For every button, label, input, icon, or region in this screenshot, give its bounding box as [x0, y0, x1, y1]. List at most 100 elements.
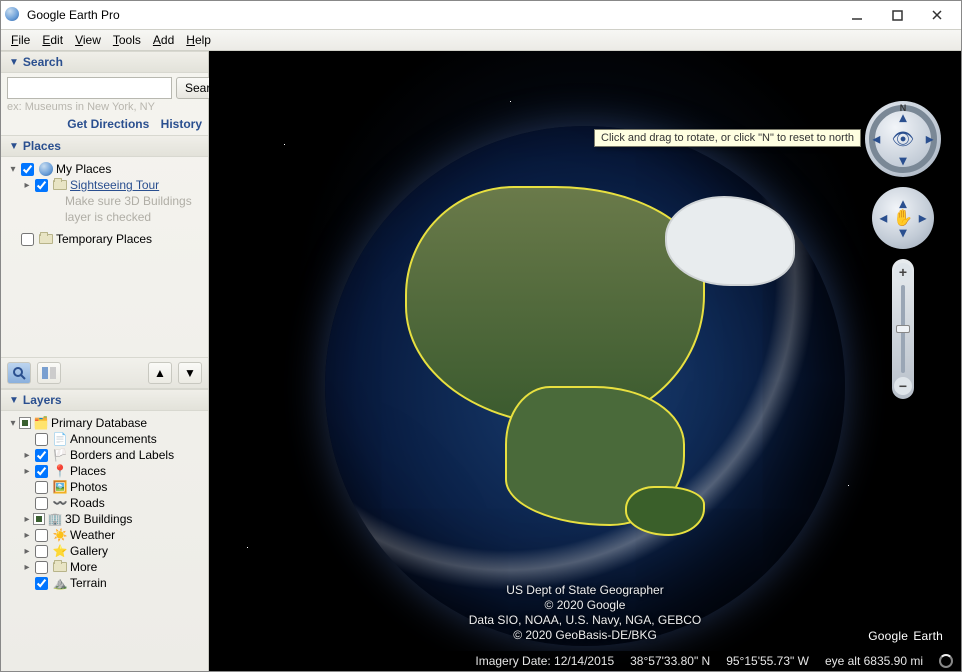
layer-checkbox[interactable] — [35, 561, 48, 574]
layer-checkbox[interactable] — [35, 529, 48, 542]
chevron-down-icon: ▼ — [9, 141, 19, 152]
menu-add[interactable]: Add — [147, 31, 180, 49]
layer-label[interactable]: Roads — [70, 496, 105, 510]
roads-icon: 〰️ — [52, 496, 68, 510]
layer-checkbox[interactable] — [35, 577, 48, 590]
terrain-icon: ⛰️ — [52, 576, 68, 590]
layers-tree: ▾ 🗂️ Primary Database 📄Announcements ▸🏳️… — [1, 411, 208, 671]
get-directions-link[interactable]: Get Directions — [67, 117, 149, 131]
expand-icon[interactable]: ▸ — [21, 466, 33, 477]
menu-file[interactable]: File — [5, 31, 36, 49]
places-toolbar: ▲ ▼ — [1, 357, 208, 389]
zoom-slider[interactable]: + − — [892, 259, 914, 399]
history-link[interactable]: History — [161, 117, 202, 131]
gallery-icon: ⭐ — [52, 544, 68, 558]
layer-label[interactable]: Announcements — [70, 432, 157, 446]
my-places-checkbox[interactable] — [21, 163, 34, 176]
weather-icon: ☀️ — [52, 528, 68, 542]
zoom-track[interactable] — [901, 285, 905, 373]
expand-icon[interactable]: ▸ — [21, 546, 33, 557]
eye-icon: 👁 — [865, 101, 941, 177]
minimize-button[interactable] — [837, 1, 877, 29]
menu-bar: File Edit View Tools Add Help — [1, 29, 961, 51]
layer-checkbox[interactable] — [35, 449, 48, 462]
temporary-places-label[interactable]: Temporary Places — [56, 232, 152, 246]
status-bar: Imagery Date: 12/14/2015 38°57'33.80" N … — [209, 651, 961, 671]
layer-label[interactable]: More — [70, 560, 97, 574]
globe-icon — [38, 162, 54, 176]
chevron-down-icon: ▼ — [9, 395, 19, 406]
zoom-in-button[interactable]: + — [894, 263, 912, 281]
view-toggle-button[interactable] — [37, 362, 61, 384]
attribution-line: © 2020 GeoBasis-DE/BKG — [469, 628, 702, 643]
folder-icon — [52, 178, 68, 192]
my-places-label[interactable]: My Places — [56, 162, 111, 176]
places-panel-header[interactable]: ▼ Places — [1, 135, 208, 157]
announcement-icon: 📄 — [52, 432, 68, 446]
search-hint: ex: Museums in New York, NY — [7, 101, 202, 113]
globe[interactable] — [325, 126, 845, 646]
layer-checkbox[interactable] — [33, 513, 45, 525]
sidebar: ▼ Search Search ex: Museums in New York,… — [1, 51, 209, 671]
attribution-line: US Dept of State Geographer — [469, 583, 702, 598]
layers-panel-header[interactable]: ▼ Layers — [1, 389, 208, 411]
landmass — [665, 196, 795, 286]
sightseeing-checkbox[interactable] — [35, 179, 48, 192]
window-title: Google Earth Pro — [27, 8, 837, 22]
search-input[interactable] — [7, 77, 172, 99]
search-panel-header[interactable]: ▼ Search — [1, 51, 208, 73]
title-bar: Google Earth Pro — [1, 1, 961, 29]
zoom-thumb[interactable] — [896, 325, 910, 333]
map-viewport[interactable]: 📌 ⬠ 〰 🖼 🎥 🕒 🌅 🪐 📏 ✉ 🖨 💾 � — [209, 51, 961, 671]
places-icon: 📍 — [52, 464, 68, 478]
expand-icon[interactable]: ▾ — [7, 164, 19, 175]
layer-checkbox[interactable] — [35, 545, 48, 558]
layer-label[interactable]: Gallery — [70, 544, 108, 558]
look-compass[interactable]: N ▴ ▾ ◂ ▸ 👁 — [865, 101, 941, 177]
expand-icon[interactable]: ▸ — [21, 514, 33, 525]
status-longitude: 95°15'55.73" W — [726, 654, 809, 668]
menu-help[interactable]: Help — [180, 31, 217, 49]
search-panel-title: Search — [23, 55, 63, 69]
chevron-down-icon: ▼ — [9, 57, 19, 68]
sightseeing-tour-link[interactable]: Sightseeing Tour — [70, 178, 159, 192]
split-icon — [42, 367, 56, 379]
status-eye-alt: eye alt 6835.90 mi — [825, 654, 923, 668]
places-panel-title: Places — [23, 139, 61, 153]
expand-icon[interactable]: ▸ — [21, 530, 33, 541]
move-down-button[interactable]: ▼ — [178, 362, 202, 384]
primary-database-label[interactable]: Primary Database — [51, 416, 147, 430]
search-places-button[interactable] — [7, 362, 31, 384]
zoom-out-button[interactable]: − — [894, 377, 912, 395]
pan-control[interactable]: ▴ ▾ ◂ ▸ ✋ — [872, 187, 934, 249]
layer-label[interactable]: Places — [70, 464, 106, 478]
layer-checkbox[interactable] — [35, 497, 48, 510]
layer-checkbox[interactable] — [35, 465, 48, 478]
menu-edit[interactable]: Edit — [36, 31, 69, 49]
layer-checkbox[interactable] — [35, 481, 48, 494]
hand-icon: ✋ — [872, 187, 934, 249]
move-up-button[interactable]: ▲ — [148, 362, 172, 384]
menu-view[interactable]: View — [69, 31, 107, 49]
maximize-button[interactable] — [877, 1, 917, 29]
layer-label[interactable]: Borders and Labels — [70, 448, 174, 462]
layers-panel-title: Layers — [23, 393, 62, 407]
menu-tools[interactable]: Tools — [107, 31, 147, 49]
search-panel: Search ex: Museums in New York, NY Get D… — [1, 73, 208, 135]
layer-checkbox[interactable] — [35, 433, 48, 446]
expand-icon[interactable]: ▸ — [21, 180, 33, 191]
layer-label[interactable]: Weather — [70, 528, 115, 542]
expand-icon[interactable]: ▸ — [21, 562, 33, 573]
close-button[interactable] — [917, 1, 957, 29]
loading-spinner-icon — [939, 654, 953, 668]
expand-icon[interactable]: ▸ — [21, 450, 33, 461]
borders-icon: 🏳️ — [52, 448, 68, 462]
expand-icon[interactable]: ▾ — [7, 418, 19, 429]
app-icon — [5, 7, 21, 23]
primary-db-checkbox[interactable] — [19, 417, 31, 429]
buildings-icon: 🏢 — [47, 512, 63, 526]
temporary-places-checkbox[interactable] — [21, 233, 34, 246]
layer-label[interactable]: 3D Buildings — [65, 512, 132, 526]
layer-label[interactable]: Terrain — [70, 576, 107, 590]
layer-label[interactable]: Photos — [70, 480, 107, 494]
